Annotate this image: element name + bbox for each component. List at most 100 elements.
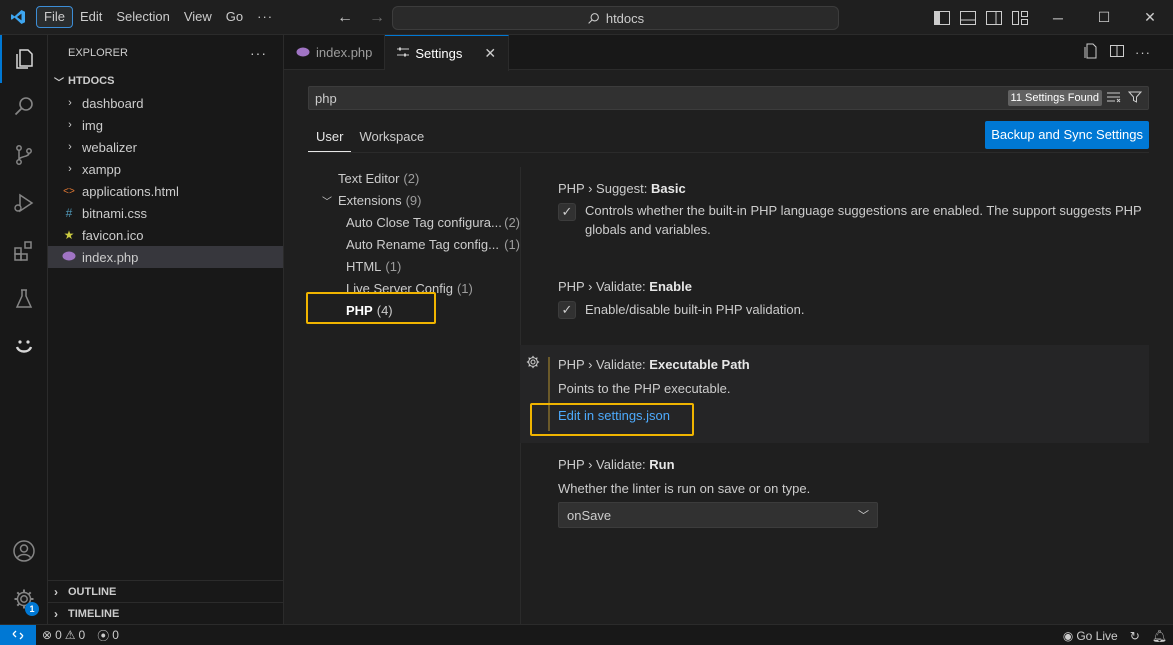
ports-indicator[interactable]: ⦿ 0	[91, 625, 125, 645]
setting-checkbox[interactable]: ✓	[558, 301, 576, 319]
accounts-icon[interactable]	[0, 527, 48, 575]
vscode-logo-icon	[0, 0, 36, 35]
setting-checkbox[interactable]: ✓	[558, 203, 576, 221]
problems-indicator[interactable]: ⊗ 0 ⚠ 0	[36, 625, 91, 645]
menu-edit[interactable]: Edit	[73, 6, 109, 28]
setting-description: Enable/disable built-in PHP validation.	[585, 302, 805, 317]
tree-item-applications-html[interactable]: <> applications.html	[48, 180, 283, 202]
broadcast-icon: ◉	[1062, 628, 1074, 643]
tab-settings[interactable]: Settings ✕	[385, 35, 510, 71]
setting-prefix: PHP › Validate:	[558, 357, 650, 372]
tree-item-favicon-ico[interactable]: ★ favicon.ico	[48, 224, 283, 246]
tab-user[interactable]: User	[308, 122, 352, 152]
toc-label: Extensions	[338, 192, 402, 208]
remote-indicator-icon[interactable]	[0, 624, 36, 645]
timeline-section[interactable]: › TIMELINE	[48, 602, 284, 624]
chevron-right-icon: ›	[68, 119, 72, 131]
source-control-icon[interactable]	[0, 131, 48, 179]
setting-prefix: PHP › Suggest:	[558, 181, 651, 196]
manage-gear-icon[interactable]: 1	[0, 575, 48, 623]
tree-item-xampp[interactable]: › xampp	[48, 158, 283, 180]
tree-item-img[interactable]: › img	[48, 114, 283, 136]
outline-section[interactable]: › OUTLINE	[48, 580, 284, 602]
testing-icon[interactable]	[0, 275, 48, 323]
setting-description: Points to the PHP executable.	[558, 381, 731, 396]
clear-filter-lines-icon[interactable]	[1106, 90, 1122, 107]
split-editor-icon[interactable]	[1109, 43, 1125, 62]
settings-found-count: 11 Settings Found	[1007, 90, 1102, 106]
setting-description: Whether the linter is run on save or on …	[558, 481, 811, 496]
minimize-icon[interactable]: ─	[1035, 0, 1081, 35]
php-elephant-icon	[296, 45, 310, 60]
customize-layout-icon[interactable]	[1012, 10, 1028, 26]
toggle-secondary-sidebar-icon[interactable]	[986, 10, 1002, 26]
toc-count: (9)	[405, 192, 422, 208]
open-settings-json-icon[interactable]	[1083, 43, 1099, 62]
check-icon: ✓	[561, 204, 573, 219]
tree-item-bitnami-css[interactable]: # bitnami.css	[48, 202, 283, 224]
setting-name: Executable Path	[649, 357, 750, 372]
go-live-button[interactable]: ◉ Go Live	[1057, 625, 1124, 645]
maximize-icon[interactable]: ☐	[1081, 0, 1127, 35]
notifications-bell-icon[interactable]: 🔔︎	[1146, 625, 1173, 645]
more-actions-icon[interactable]: ···	[1135, 45, 1151, 60]
tree-item-dashboard[interactable]: › dashboard	[48, 92, 283, 114]
toggle-primary-sidebar-icon[interactable]	[934, 10, 950, 26]
close-icon[interactable]: ✕	[484, 45, 496, 62]
tree-item-index-php[interactable]: index.php	[48, 246, 283, 268]
close-window-icon[interactable]: ✕	[1127, 0, 1173, 35]
chevron-right-icon: ›	[54, 606, 58, 621]
outline-label: OUTLINE	[68, 585, 117, 598]
setting-gear-icon[interactable]	[526, 355, 540, 372]
menu-go[interactable]: Go	[219, 6, 250, 28]
edit-link-highlight-box	[530, 403, 694, 436]
toc-label: Auto Close Tag configura...	[346, 214, 502, 230]
title-bar: File Edit Selection View Go ··· ← → htdo…	[0, 0, 1173, 35]
toggle-panel-icon[interactable]	[960, 10, 976, 26]
run-debug-icon[interactable]	[0, 179, 48, 227]
warning-count: 0	[78, 628, 86, 642]
menu-file[interactable]: File	[36, 6, 73, 28]
menu-selection[interactable]: Selection	[109, 6, 176, 28]
toc-item-text-editor[interactable]: Text Editor (2)	[304, 167, 520, 189]
explorer-more-actions[interactable]: ···	[250, 45, 267, 61]
backup-sync-button[interactable]: Backup and Sync Settings	[985, 121, 1149, 149]
tree-item-label: applications.html	[82, 183, 179, 199]
search-icon	[588, 12, 599, 24]
menu-bar: File Edit Selection View Go ···	[36, 0, 280, 35]
tree-item-webalizer[interactable]: › webalizer	[48, 136, 283, 158]
menu-more[interactable]: ···	[250, 6, 280, 28]
settings-sliders-icon	[397, 46, 410, 61]
command-center[interactable]: htdocs	[392, 6, 839, 30]
filter-icon[interactable]	[1127, 90, 1143, 107]
folder-header-htdocs[interactable]: ﹀ HTDOCS	[48, 70, 283, 92]
settings-search-input[interactable]: php 11 Settings Found	[308, 86, 1149, 110]
extensions-icon[interactable]	[0, 227, 48, 275]
chevron-down-icon: ﹀	[54, 77, 64, 89]
go-forward-icon[interactable]: →	[368, 9, 386, 27]
go-back-icon[interactable]: ←	[336, 9, 354, 27]
toc-label: Text Editor	[338, 170, 400, 186]
tab-bar: index.php Settings ✕ ···	[284, 35, 1173, 71]
toc-item-html[interactable]: HTML (1)	[304, 255, 520, 277]
toc-item-auto-rename-tag[interactable]: Auto Rename Tag config... (1)	[304, 233, 520, 255]
feedback-icon[interactable]: ↻	[1124, 625, 1146, 645]
setting-name: Basic	[650, 181, 686, 196]
toc-item-extensions[interactable]: ﹀ Extensions (9)	[304, 189, 520, 211]
run-mode-select[interactable]: onSave ﹀	[558, 502, 878, 528]
setting-prefix: PHP › Validate:	[558, 279, 650, 294]
search-view-icon[interactable]	[0, 83, 48, 131]
tab-label: Settings	[415, 46, 463, 61]
live-share-icon[interactable]	[0, 323, 48, 371]
star-icon: ★	[63, 228, 75, 242]
chevron-down-icon: ﹀	[858, 510, 869, 522]
tab-workspace[interactable]: Workspace	[351, 122, 432, 152]
menu-view[interactable]: View	[177, 6, 219, 28]
go-live-label: Go Live	[1076, 628, 1118, 643]
explorer-icon[interactable]	[0, 35, 48, 83]
explorer-sidebar: EXPLORER ··· ﹀ HTDOCS › dashboard › img › w…	[48, 35, 284, 624]
tab-index-php[interactable]: index.php	[284, 35, 386, 70]
toc-count: (2)	[504, 214, 520, 230]
toc-item-auto-close-tag[interactable]: Auto Close Tag configura... (2)	[304, 211, 520, 233]
toc-count: (1)	[456, 280, 473, 296]
